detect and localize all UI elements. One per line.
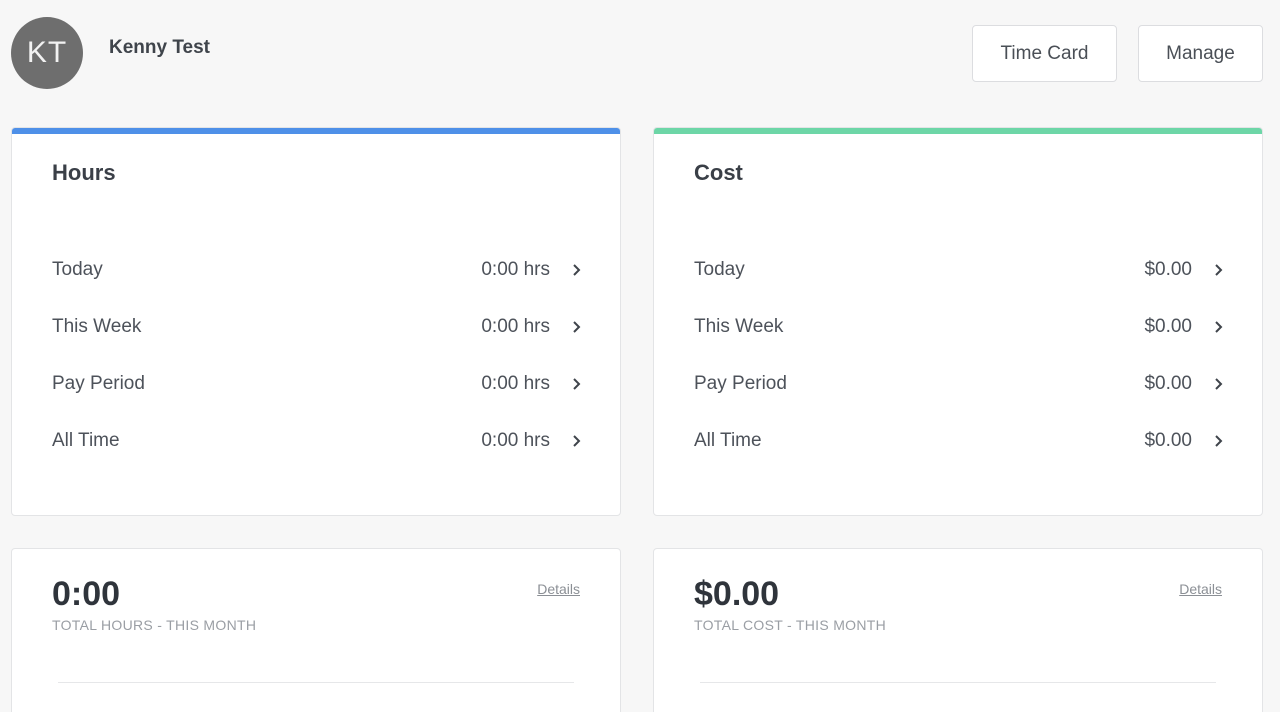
total-cost-label: TOTAL COST - THIS MONTH	[694, 617, 887, 633]
chevron-right-icon	[568, 376, 584, 392]
row-value: 0:00 hrs	[481, 429, 550, 451]
row-value: $0.00	[1144, 258, 1192, 280]
dashboard-page: KT Kenny Test Time Card Manage Hours Tod…	[0, 0, 1280, 712]
avatar[interactable]: KT	[11, 17, 83, 89]
row-label: All Time	[694, 429, 762, 451]
chevron-right-icon	[568, 262, 584, 278]
hours-card: Hours Today 0:00 hrs This Week 0:00 hrs …	[11, 127, 621, 516]
row-value: $0.00	[1144, 315, 1192, 337]
total-hours-label: TOTAL HOURS - THIS MONTH	[52, 617, 257, 633]
user-name: Kenny Test	[109, 37, 211, 58]
cost-row-pay-period[interactable]: Pay Period $0.00	[694, 355, 1226, 412]
cost-card: Cost Today $0.00 This Week $0.00 Pay Per…	[653, 127, 1263, 516]
avatar-initials: KT	[26, 36, 68, 69]
cost-row-this-week[interactable]: This Week $0.00	[694, 298, 1226, 355]
hours-row-pay-period[interactable]: Pay Period 0:00 hrs	[52, 355, 584, 412]
row-label: This Week	[52, 315, 142, 337]
hours-details-link[interactable]: Details	[537, 581, 580, 597]
row-value: $0.00	[1144, 372, 1192, 394]
time-card-button[interactable]: Time Card	[972, 25, 1117, 82]
divider	[58, 682, 574, 683]
cost-row-today[interactable]: Today $0.00	[694, 241, 1226, 298]
cost-details-link[interactable]: Details	[1179, 581, 1222, 597]
manage-button[interactable]: Manage	[1138, 25, 1263, 82]
chevron-right-icon	[1210, 319, 1226, 335]
hours-row-this-week[interactable]: This Week 0:00 hrs	[52, 298, 584, 355]
chevron-right-icon	[568, 319, 584, 335]
total-hours-value: 0:00	[52, 575, 121, 613]
row-label: Today	[52, 258, 103, 280]
row-label: Pay Period	[694, 372, 787, 394]
row-label: All Time	[52, 429, 120, 451]
cost-accent-bar	[654, 128, 1262, 134]
chevron-right-icon	[568, 433, 584, 449]
row-value: 0:00 hrs	[481, 315, 550, 337]
hours-card-title: Hours	[52, 160, 116, 185]
row-value: $0.00	[1144, 429, 1192, 451]
monthly-hours-card: 0:00 TOTAL HOURS - THIS MONTH Details	[11, 548, 621, 712]
hours-row-all-time[interactable]: All Time 0:00 hrs	[52, 412, 584, 469]
total-cost-value: $0.00	[694, 575, 780, 613]
monthly-cost-card: $0.00 TOTAL COST - THIS MONTH Details	[653, 548, 1263, 712]
divider	[700, 682, 1216, 683]
row-value: 0:00 hrs	[481, 258, 550, 280]
row-label: This Week	[694, 315, 784, 337]
row-label: Today	[694, 258, 745, 280]
chevron-right-icon	[1210, 262, 1226, 278]
hours-accent-bar	[12, 128, 620, 134]
hours-row-today[interactable]: Today 0:00 hrs	[52, 241, 584, 298]
cost-card-title: Cost	[694, 160, 743, 185]
chevron-right-icon	[1210, 433, 1226, 449]
row-value: 0:00 hrs	[481, 372, 550, 394]
chevron-right-icon	[1210, 376, 1226, 392]
cost-rows: Today $0.00 This Week $0.00 Pay Period $…	[694, 241, 1226, 469]
row-label: Pay Period	[52, 372, 145, 394]
cost-row-all-time[interactable]: All Time $0.00	[694, 412, 1226, 469]
hours-rows: Today 0:00 hrs This Week 0:00 hrs Pay Pe…	[52, 241, 584, 469]
